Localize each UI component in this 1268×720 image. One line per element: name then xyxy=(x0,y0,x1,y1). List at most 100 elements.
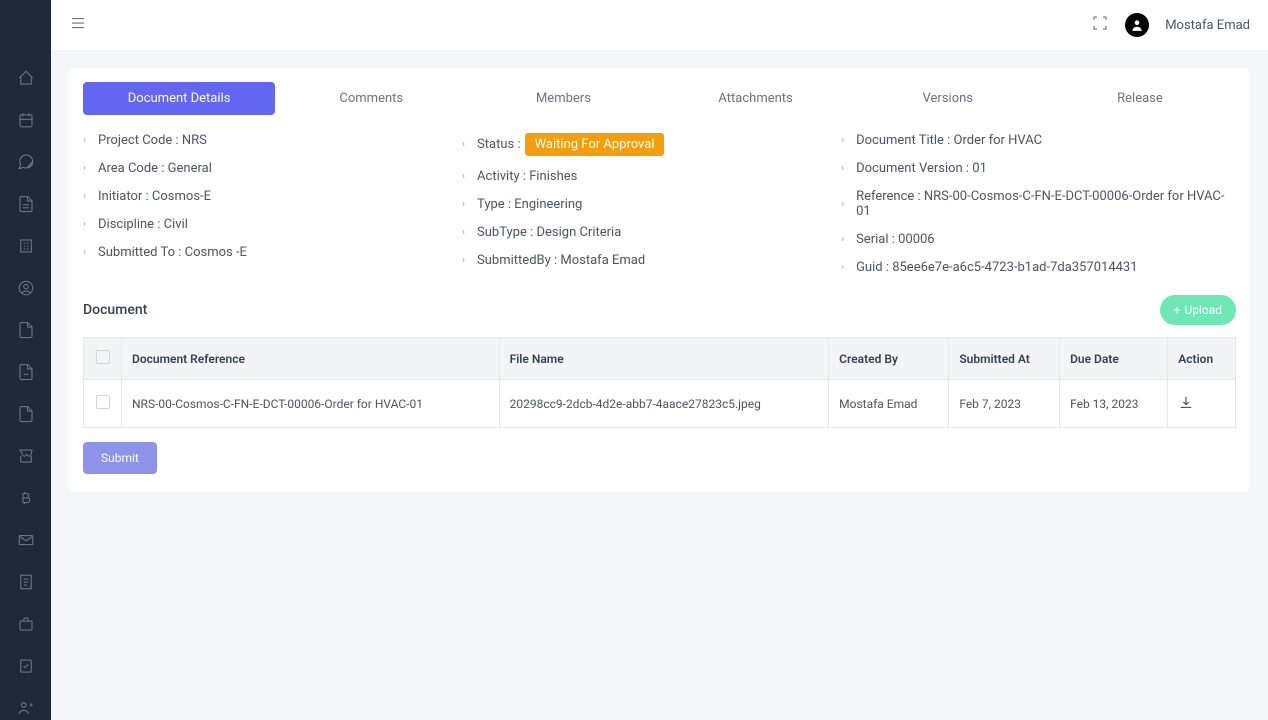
cell-created-by: Mostafa Emad xyxy=(829,380,949,428)
download-button[interactable] xyxy=(1178,399,1194,413)
initiator-value: Initiator : Cosmos-E xyxy=(98,189,211,204)
chevron-right-icon: › xyxy=(83,219,86,230)
sidebar-item-user[interactable] xyxy=(16,278,36,298)
sidebar-item-check[interactable] xyxy=(16,656,36,676)
discipline-row: › Discipline : Civil xyxy=(83,217,442,232)
content: Document Details Comments Members Attach… xyxy=(51,50,1268,720)
sidebar-item-doc3[interactable] xyxy=(16,362,36,382)
chevron-right-icon: › xyxy=(462,139,465,150)
reference-row: ›Reference : NRS-00-Cosmos-C-FN-E-DCT-00… xyxy=(841,189,1236,219)
tab-release[interactable]: Release xyxy=(1044,82,1236,115)
details-col-1: › Project Code : NRS ›Area Code : General… xyxy=(83,133,442,275)
download-icon xyxy=(1178,394,1194,410)
activity-row: › Activity : Finishes xyxy=(462,169,821,184)
col-due-date: Due Date xyxy=(1060,338,1168,380)
subtype-value: SubType : Design Criteria xyxy=(477,225,621,240)
store-icon xyxy=(17,447,35,465)
menu-toggle[interactable] xyxy=(69,14,87,36)
doc-title-row: › Document Title : Order for HVAC xyxy=(841,133,1236,148)
col-action: Action xyxy=(1168,338,1236,380)
sidebar-item-receipt[interactable] xyxy=(16,572,36,592)
cell-checkbox xyxy=(84,380,122,428)
sidebar-item-org[interactable] xyxy=(16,236,36,256)
sidebar-item-mail[interactable] xyxy=(16,530,36,550)
sidebar xyxy=(0,0,51,720)
status-row: ›Status :Waiting For Approval xyxy=(462,133,821,156)
header: Mostafa Emad xyxy=(51,0,1268,50)
chevron-right-icon: › xyxy=(83,247,86,258)
upload-button[interactable]: + Upload xyxy=(1160,295,1236,325)
tab-versions[interactable]: Versions xyxy=(852,82,1044,115)
guid-row: ›Guid : 85ee6e7e-a6c5-4723-b1ad-7da35701… xyxy=(841,260,1236,275)
briefcase-icon xyxy=(17,615,35,633)
fullscreen-toggle[interactable] xyxy=(1091,14,1109,36)
document-section-title: Document xyxy=(83,302,147,318)
document-section-header: Document + Upload xyxy=(69,285,1250,337)
file-minus-icon xyxy=(17,363,35,381)
sidebar-item-bitcoin[interactable] xyxy=(16,488,36,508)
chevron-right-icon: › xyxy=(462,199,465,210)
details-grid: › Project Code : NRS ›Area Code : General… xyxy=(69,115,1250,285)
project-code-value: Project Code : NRS xyxy=(98,133,207,148)
tab-attachments[interactable]: Attachments xyxy=(660,82,852,115)
chevron-right-icon: › xyxy=(462,255,465,266)
upload-label: Upload xyxy=(1184,303,1222,317)
chevron-right-icon: › xyxy=(841,163,844,174)
col-created-by: Created By xyxy=(829,338,949,380)
discipline-value: Discipline : Civil xyxy=(98,217,188,232)
details-col-2: ›Status :Waiting For Approval › Activity … xyxy=(462,133,821,275)
bitcoin-icon xyxy=(17,489,35,507)
avatar-icon xyxy=(1130,18,1144,32)
tab-document-details[interactable]: Document Details xyxy=(83,82,275,115)
sidebar-item-briefcase[interactable] xyxy=(16,614,36,634)
chevron-right-icon: › xyxy=(83,135,86,146)
document-card: Document Details Comments Members Attach… xyxy=(69,68,1250,492)
document-table: Document Reference File Name Created By … xyxy=(83,337,1236,428)
user-circle-icon xyxy=(17,279,35,297)
chat-icon xyxy=(17,153,35,171)
project-code-row: › Project Code : NRS xyxy=(83,133,442,148)
tab-members[interactable]: Members xyxy=(467,82,659,115)
hamburger-icon xyxy=(69,14,87,32)
submit-button[interactable]: Submit xyxy=(83,442,157,474)
chevron-right-icon: › xyxy=(841,135,844,146)
sidebar-item-calendar[interactable] xyxy=(16,110,36,130)
sidebar-item-store[interactable] xyxy=(16,446,36,466)
chevron-right-icon: › xyxy=(462,171,465,182)
activity-value: Activity : Finishes xyxy=(477,169,577,184)
sidebar-item-chat[interactable] xyxy=(16,152,36,172)
serial-value: Serial : 00006 xyxy=(856,232,935,247)
cell-due-date: Feb 13, 2023 xyxy=(1060,380,1168,428)
type-value: Type : Engineering xyxy=(477,197,582,212)
avatar[interactable] xyxy=(1125,13,1149,37)
sidebar-item-users[interactable] xyxy=(16,698,36,718)
home-icon xyxy=(17,69,35,87)
subtype-row: ›SubType : Design Criteria xyxy=(462,225,821,240)
cell-action xyxy=(1168,380,1236,428)
cell-reference: NRS-00-Cosmos-C-FN-E-DCT-00006-Order for… xyxy=(122,380,500,428)
chevron-right-icon: › xyxy=(841,234,844,245)
area-code-row: ›Area Code : General xyxy=(83,161,442,176)
username: Mostafa Emad xyxy=(1165,18,1250,33)
status-badge: Waiting For Approval xyxy=(525,133,665,156)
table-header-row: Document Reference File Name Created By … xyxy=(84,338,1236,380)
header-checkbox[interactable] xyxy=(96,350,110,364)
sidebar-item-doc2[interactable] xyxy=(16,320,36,340)
mail-icon xyxy=(17,531,35,549)
cell-submitted-at: Feb 7, 2023 xyxy=(949,380,1060,428)
chevron-right-icon: › xyxy=(841,262,844,273)
building-icon xyxy=(17,237,35,255)
serial-row: › Serial : 00006 xyxy=(841,232,1236,247)
sidebar-item-doc4[interactable] xyxy=(16,404,36,424)
header-right: Mostafa Emad xyxy=(1091,13,1250,37)
sidebar-item-home[interactable] xyxy=(16,68,36,88)
sidebar-item-doc1[interactable] xyxy=(16,194,36,214)
submitted-to-value: Submitted To : Cosmos -E xyxy=(98,245,247,260)
table-row: NRS-00-Cosmos-C-FN-E-DCT-00006-Order for… xyxy=(84,380,1236,428)
doc-title-value: Document Title : Order for HVAC xyxy=(856,133,1042,148)
tabs: Document Details Comments Members Attach… xyxy=(69,82,1250,115)
tab-comments[interactable]: Comments xyxy=(275,82,467,115)
row-checkbox[interactable] xyxy=(96,395,110,409)
submitted-by-value: SubmittedBy : Mostafa Emad xyxy=(477,253,645,268)
calendar-icon xyxy=(17,111,35,129)
